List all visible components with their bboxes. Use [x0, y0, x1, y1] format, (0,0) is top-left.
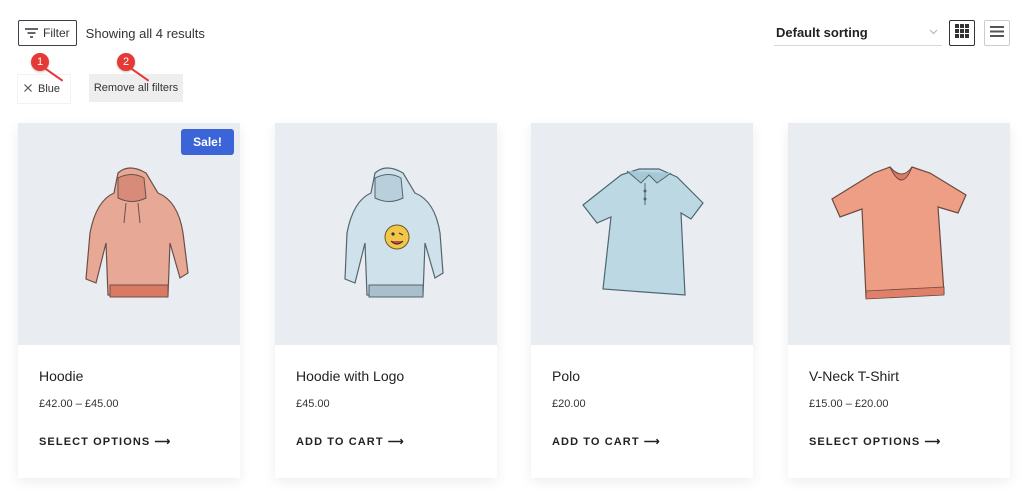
- product-title[interactable]: Hoodie with Logo: [296, 368, 404, 384]
- product-price: £20.00: [552, 398, 586, 410]
- sorting-select-value: Default sorting: [776, 25, 868, 40]
- grid-view-button[interactable]: [949, 20, 975, 46]
- chevron-down-icon: [929, 27, 938, 38]
- filter-button-label: Filter: [43, 26, 70, 40]
- list-view-button[interactable]: [984, 20, 1010, 46]
- hoodie-logo-illustration: [344, 167, 444, 298]
- active-filter-label: Blue: [38, 83, 61, 95]
- annotation-marker-2: 2: [117, 53, 135, 71]
- sale-badge: Sale!: [181, 129, 234, 155]
- polo-illustration: [582, 168, 704, 296]
- product-title[interactable]: Polo: [552, 368, 580, 384]
- product-title[interactable]: Hoodie: [39, 368, 83, 384]
- grid-icon: [955, 23, 969, 43]
- product-card-hoodie[interactable]: Sale! Hoodie £42.00 – £45.00 SELECT OPTI…: [18, 123, 240, 478]
- list-icon: [990, 24, 1004, 42]
- hoodie-illustration: [85, 167, 189, 298]
- add-to-cart-button[interactable]: ADD TO CART ⟶: [296, 435, 405, 448]
- add-to-cart-button[interactable]: ADD TO CART ⟶: [552, 435, 661, 448]
- product-image-hoodie[interactable]: Sale!: [18, 123, 240, 345]
- product-price: £15.00 – £20.00: [809, 398, 889, 410]
- product-image-polo[interactable]: [531, 123, 753, 345]
- product-price: £42.00 – £45.00: [39, 398, 119, 410]
- select-options-button[interactable]: SELECT OPTIONS ⟶: [39, 435, 171, 448]
- shop-toolbar: Filter Showing all 4 results: [18, 20, 205, 46]
- remove-all-filters-label: Remove all filters: [93, 82, 179, 94]
- product-card-v-neck-t-shirt[interactable]: V-Neck T-Shirt £15.00 – £20.00 SELECT OP…: [788, 123, 1010, 478]
- filter-button[interactable]: Filter: [18, 20, 77, 46]
- product-image-hoodie-with-logo[interactable]: [275, 123, 497, 345]
- sorting-select[interactable]: Default sorting: [774, 20, 942, 46]
- product-image-v-neck-t-shirt[interactable]: [788, 123, 1010, 345]
- product-price: £45.00: [296, 398, 330, 410]
- product-card-hoodie-with-logo[interactable]: Hoodie with Logo £45.00 ADD TO CART ⟶: [275, 123, 497, 478]
- remove-all-filters-button[interactable]: Remove all filters: [89, 74, 183, 102]
- filter-icon: [25, 28, 38, 38]
- product-title[interactable]: V-Neck T-Shirt: [809, 368, 899, 384]
- product-card-polo[interactable]: Polo £20.00 ADD TO CART ⟶: [531, 123, 753, 478]
- annotation-marker-1: 1: [31, 53, 49, 71]
- close-icon: [24, 83, 32, 95]
- select-options-button[interactable]: SELECT OPTIONS ⟶: [809, 435, 941, 448]
- result-count: Showing all 4 results: [85, 25, 205, 41]
- tshirt-illustration: [831, 166, 967, 300]
